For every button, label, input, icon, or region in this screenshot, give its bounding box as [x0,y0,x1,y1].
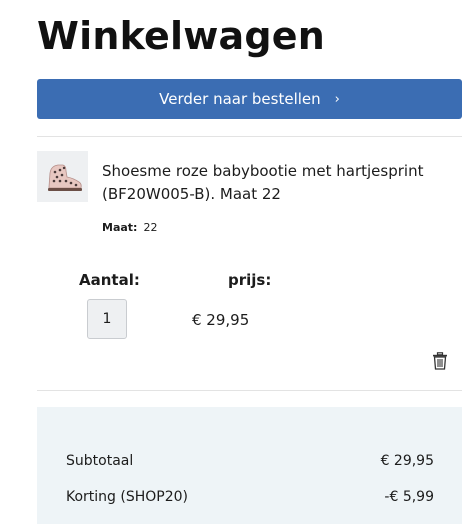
checkout-button-label: Verder naar bestellen [159,90,321,108]
page-title: Winkelwagen [37,14,326,58]
discount-row: Korting (SHOP20) -€ 5,99 [66,489,434,505]
price-value: € 29,95 [192,311,250,329]
subtotal-value: € 29,95 [380,453,434,469]
divider [37,390,462,391]
order-summary: Subtotaal € 29,95 Korting (SHOP20) -€ 5,… [37,407,462,524]
size-label: Maat: [102,221,138,234]
trash-icon[interactable] [432,352,448,370]
baby-bootie-icon [47,164,82,191]
chevron-right-icon: › [334,91,340,107]
subtotal-label: Subtotaal [66,453,134,469]
quantity-input[interactable]: 1 [87,299,127,339]
subtotal-row: Subtotaal € 29,95 [66,453,434,469]
divider [37,136,462,137]
product-image[interactable] [37,151,88,202]
discount-label: Korting (SHOP20) [66,489,189,505]
discount-value: -€ 5,99 [384,489,434,505]
checkout-button[interactable]: Verder naar bestellen › [37,79,462,119]
price-header: prijs: [228,271,272,289]
size-row: Maat: 22 [102,221,157,234]
product-name[interactable]: Shoesme roze babybootie met hartjesprint… [102,160,452,206]
size-value: 22 [143,221,158,234]
quantity-header: Aantal: [79,271,140,289]
